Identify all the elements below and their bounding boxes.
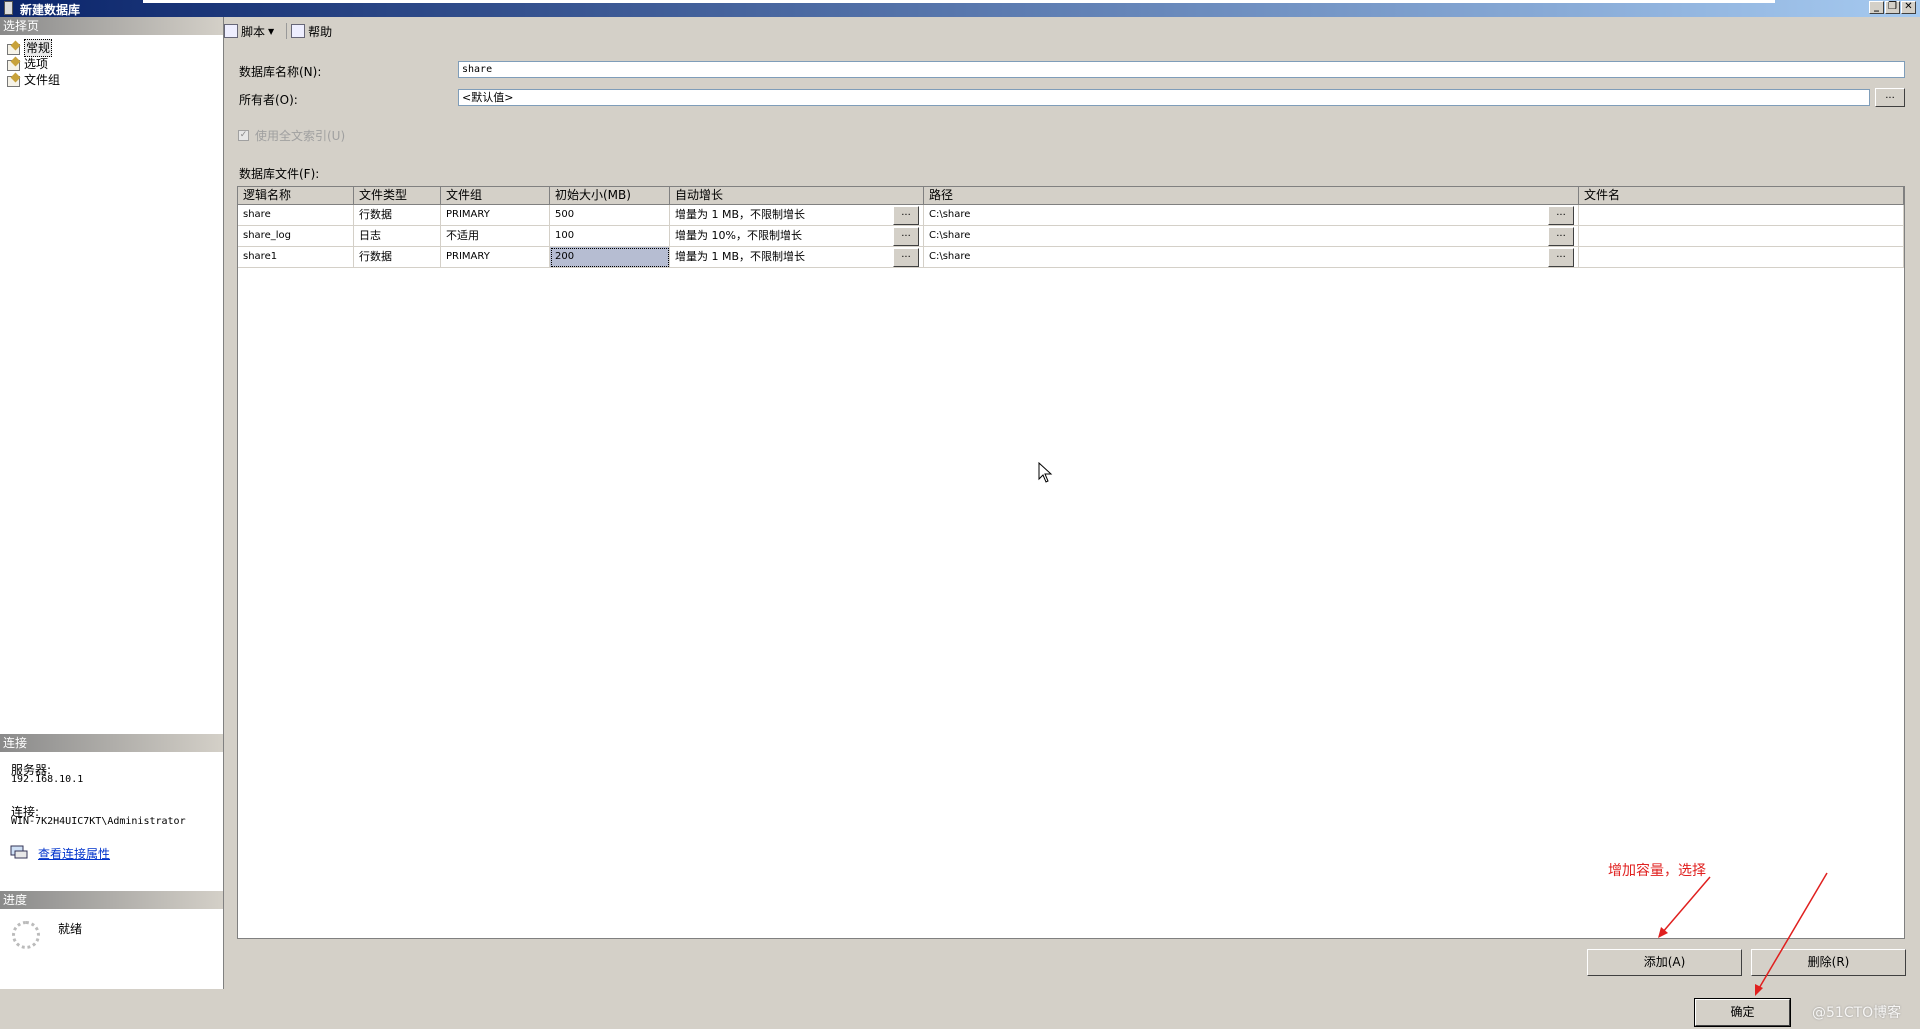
col-header-filename[interactable]: 文件名 bbox=[1579, 187, 1904, 205]
window-icon bbox=[4, 1, 13, 15]
progress-spinner-icon bbox=[12, 921, 40, 949]
script-button[interactable]: 脚本 ▼ bbox=[224, 23, 274, 40]
close-icon[interactable]: ✕ bbox=[1901, 1, 1916, 14]
cell-filegroup[interactable]: 不适用 bbox=[441, 226, 550, 247]
cell-filegroup[interactable]: PRIMARY bbox=[441, 205, 550, 226]
page-icon bbox=[6, 58, 20, 71]
add-button[interactable]: 添加(A) bbox=[1587, 949, 1742, 976]
sidebar-item-label: 常规 bbox=[24, 39, 53, 57]
restore-icon[interactable]: ❐ bbox=[1885, 1, 1900, 14]
cell-initial-size[interactable]: 100 bbox=[550, 226, 670, 247]
path-ellipsis-button[interactable]: ... bbox=[1548, 248, 1574, 267]
cell-logical-name[interactable]: share bbox=[238, 205, 354, 226]
script-icon bbox=[224, 24, 238, 38]
col-header-file-type[interactable]: 文件类型 bbox=[354, 187, 441, 205]
cell-logical-name[interactable]: share_log bbox=[238, 226, 354, 247]
minimize-icon[interactable]: _ bbox=[1869, 1, 1884, 14]
connection-header: 连接 bbox=[0, 734, 223, 752]
db-name-label: 数据库名称(N): bbox=[239, 65, 322, 79]
progress-header: 进度 bbox=[0, 891, 223, 909]
progress-status: 就绪 bbox=[58, 922, 83, 936]
col-header-path[interactable]: 路径 bbox=[924, 187, 1579, 205]
col-header-filegroup[interactable]: 文件组 bbox=[441, 187, 550, 205]
cell-autogrowth: 增量为 1 MB，不限制增长 bbox=[670, 247, 924, 268]
cell-initial-size[interactable]: 500 bbox=[550, 205, 670, 226]
table-row[interactable]: share 行数据 PRIMARY 500 增量为 1 MB，不限制增长 ...… bbox=[238, 205, 1904, 226]
delete-button[interactable]: 删除(R) bbox=[1751, 949, 1906, 976]
col-header-initial-size[interactable]: 初始大小(MB) bbox=[550, 187, 670, 205]
cell-filegroup[interactable]: PRIMARY bbox=[441, 247, 550, 268]
owner-label: 所有者(O): bbox=[239, 93, 298, 107]
col-header-logical-name[interactable]: 逻辑名称 bbox=[238, 187, 354, 205]
cell-filename[interactable] bbox=[1579, 226, 1904, 247]
path-ellipsis-button[interactable]: ... bbox=[1548, 227, 1574, 246]
sidebar-item-options[interactable]: 选项 bbox=[6, 56, 48, 72]
table-row[interactable]: share_log 日志 不适用 100 增量为 10%，不限制增长 ... C… bbox=[238, 226, 1904, 247]
sidebar-item-general[interactable]: 常规 bbox=[6, 39, 53, 57]
ok-button[interactable]: 确定 bbox=[1694, 998, 1791, 1027]
title-bar: 新建数据库 _ ❐ ✕ bbox=[0, 0, 1920, 17]
page-icon bbox=[6, 74, 20, 87]
cell-autogrowth: 增量为 1 MB，不限制增长 bbox=[670, 205, 924, 226]
help-button[interactable]: 帮助 bbox=[291, 23, 332, 40]
cell-path: C:\share bbox=[924, 226, 1579, 247]
cell-autogrowth: 增量为 10%，不限制增长 bbox=[670, 226, 924, 247]
page-icon bbox=[6, 42, 20, 55]
cell-filename[interactable] bbox=[1579, 205, 1904, 226]
cell-path: C:\share bbox=[924, 247, 1579, 268]
fulltext-checkbox[interactable]: ✓ bbox=[238, 130, 249, 141]
autogrowth-ellipsis-button[interactable]: ... bbox=[893, 206, 919, 225]
sidebar-item-label: 文件组 bbox=[24, 73, 61, 87]
table-row[interactable]: share1 行数据 PRIMARY 200 增量为 1 MB，不限制增长 ..… bbox=[238, 247, 1904, 268]
toolbar-separator bbox=[286, 23, 288, 39]
toolbar: 脚本 ▼ 帮助 bbox=[224, 20, 340, 42]
cell-file-type[interactable]: 行数据 bbox=[354, 205, 441, 226]
script-label: 脚本 bbox=[241, 24, 266, 39]
server-value: 192.168.10.1 bbox=[11, 774, 84, 785]
mouse-cursor-icon bbox=[1038, 462, 1053, 483]
window-title: 新建数据库 bbox=[20, 3, 81, 17]
annotation-text: 增加容量，选择 bbox=[1608, 863, 1706, 879]
help-icon bbox=[291, 24, 306, 38]
view-connection-properties-link[interactable]: 查看连接属性 bbox=[38, 845, 110, 862]
help-label: 帮助 bbox=[308, 24, 333, 39]
sidebar-item-label: 选项 bbox=[24, 57, 49, 71]
arrow-head-icon bbox=[1755, 984, 1763, 996]
cell-file-type[interactable]: 日志 bbox=[354, 226, 441, 247]
owner-input[interactable]: <默认值> bbox=[458, 89, 1870, 106]
owner-browse-button[interactable]: ... bbox=[1875, 88, 1905, 107]
path-ellipsis-button[interactable]: ... bbox=[1548, 206, 1574, 225]
cell-logical-name[interactable]: share1 bbox=[238, 247, 354, 268]
autogrowth-ellipsis-button[interactable]: ... bbox=[893, 248, 919, 267]
fulltext-label: 使用全文索引(U) bbox=[255, 129, 346, 143]
cell-path: C:\share bbox=[924, 205, 1579, 226]
cell-initial-size-selected[interactable]: 200 bbox=[550, 247, 670, 268]
watermark: @51CTO博客 bbox=[1812, 1005, 1902, 1021]
db-files-grid[interactable]: 逻辑名称 文件类型 文件组 初始大小(MB) 自动增长 路径 文件名 share… bbox=[237, 186, 1905, 939]
cell-filename[interactable] bbox=[1579, 247, 1904, 268]
sidebar-item-filegroups[interactable]: 文件组 bbox=[6, 72, 60, 88]
connection-properties-icon bbox=[10, 845, 28, 859]
db-files-label: 数据库文件(F): bbox=[239, 167, 320, 181]
title-bar-highlight bbox=[143, 0, 1775, 3]
col-header-autogrowth[interactable]: 自动增长 bbox=[670, 187, 924, 205]
connection-value: WIN-7K2H4UIC7KT\Administrator bbox=[11, 816, 186, 827]
cell-file-type[interactable]: 行数据 bbox=[354, 247, 441, 268]
autogrowth-ellipsis-button[interactable]: ... bbox=[893, 227, 919, 246]
left-pane: 选择页 常规 选项 文件组 连接 服务器: 192.168.10.1 连接: W… bbox=[0, 17, 224, 989]
db-name-input[interactable]: share bbox=[458, 61, 1905, 78]
chevron-down-icon[interactable]: ▼ bbox=[268, 27, 274, 36]
select-page-header: 选择页 bbox=[0, 17, 223, 35]
